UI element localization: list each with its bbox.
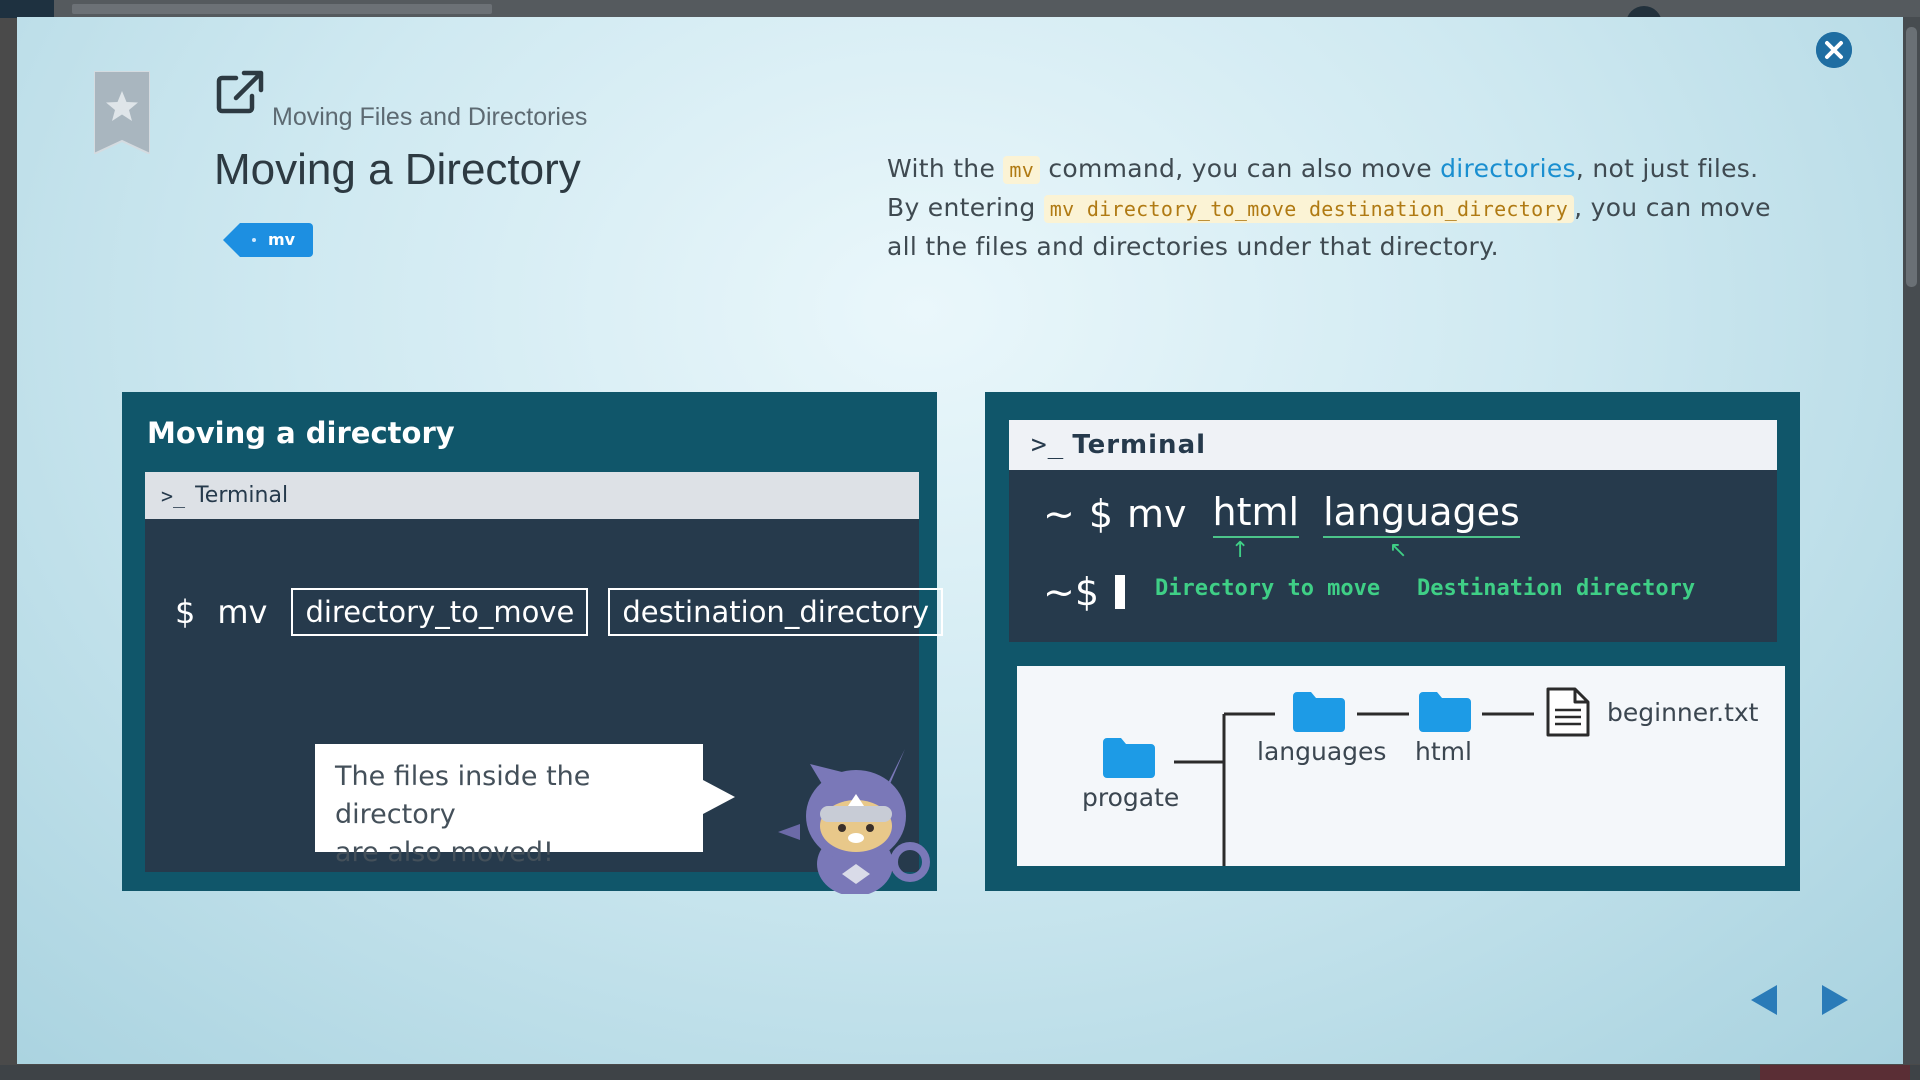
terminal-prompt-icon: >_	[161, 483, 186, 508]
folder-icon	[1419, 692, 1471, 732]
arg-destination-directory: destination_directory	[608, 588, 944, 636]
command-syntax: $ mv directory_to_move destination_direc…	[175, 588, 963, 636]
inline-code: mv	[1003, 156, 1041, 184]
description: With the mv command, you can also move d…	[887, 150, 1787, 266]
scrollbar[interactable]	[1903, 17, 1920, 1064]
bookmark-star-icon[interactable]	[94, 71, 150, 154]
bubble-line: are also moved!	[335, 837, 554, 868]
desc-text: , you can move	[1574, 193, 1771, 222]
terminal-line-1: ~ $ mv html languages	[1043, 490, 1532, 538]
desc-text: command, you can also move	[1040, 154, 1441, 183]
directory-tree: progate languages html beginner.txt	[1017, 666, 1785, 866]
terminal-label: Terminal	[195, 483, 289, 508]
background-bottom-bar	[0, 1065, 1920, 1080]
label-directory-to-move: Directory to move	[1155, 576, 1381, 601]
triangle-left-icon[interactable]	[1749, 983, 1779, 1017]
arg-directory-to-move: directory_to_move	[291, 588, 589, 636]
close-button[interactable]	[1816, 32, 1852, 68]
tilde: ~	[1043, 570, 1075, 614]
terminal-label: Terminal	[1072, 430, 1207, 460]
terminal-window: >_ Terminal ~ $ mv html languages ~ $ ↑ …	[1009, 420, 1777, 642]
triangle-right-icon[interactable]	[1820, 983, 1850, 1017]
terminal-header: >_ Terminal	[1009, 420, 1777, 470]
tree-file-label: beginner.txt	[1607, 698, 1759, 727]
arrow-up-icon: ↑	[1231, 538, 1250, 563]
command-tag[interactable]: mv	[222, 223, 314, 257]
dollar-sign: $	[1074, 570, 1100, 614]
dollar-sign: $	[1088, 492, 1114, 536]
directories-link[interactable]: directories	[1440, 154, 1576, 183]
desc-text: , not just files.	[1575, 154, 1759, 183]
tree-dir-html-label: html	[1415, 737, 1472, 766]
arg-html: html	[1212, 490, 1300, 538]
terminal-cursor	[1115, 575, 1126, 609]
folder-icon	[1103, 738, 1155, 778]
file-icon	[1546, 687, 1590, 737]
ninja-mascot-icon	[778, 749, 930, 894]
inline-code: mv directory_to_move destination_directo…	[1043, 195, 1575, 223]
command-name: mv	[1127, 492, 1187, 536]
command-name: mv	[217, 593, 268, 631]
desc-text: By entering	[887, 193, 1044, 222]
description-line-3: all the files and directories under that…	[887, 232, 1499, 261]
slide-right: >_ Terminal ~ $ mv html languages ~ $ ↑ …	[985, 392, 1800, 891]
terminal-header: >_ Terminal	[145, 472, 919, 519]
tilde: ~	[1043, 492, 1075, 536]
slide-left: Moving a directory >_ Terminal $ mv dire…	[122, 392, 944, 894]
background-top-bar	[0, 0, 1920, 42]
app-logo	[0, 0, 54, 18]
arrow-up-left-icon: ↖	[1389, 538, 1408, 563]
contact-us-button	[1760, 1065, 1910, 1080]
desc-text: With the	[887, 154, 1004, 183]
external-link-icon[interactable]	[216, 70, 264, 114]
dollar-sign: $	[175, 593, 196, 631]
arg-languages: languages	[1323, 490, 1520, 538]
terminal-line-2: ~ $	[1043, 570, 1126, 614]
label-destination-directory: Destination directory	[1417, 576, 1696, 601]
tree-dir-languages-label: languages	[1257, 737, 1387, 766]
breadcrumb: Moving Files and Directories	[272, 103, 588, 131]
description-line-2: By entering mv directory_to_move destina…	[887, 189, 1787, 228]
speech-bubble: The files inside the directory are also …	[315, 744, 735, 868]
slide-title: Moving a directory	[147, 416, 455, 450]
page-title: Moving a Directory	[214, 145, 581, 194]
background-progress-bar	[72, 4, 492, 14]
bubble-line: The files inside the directory	[335, 761, 591, 830]
close-icon	[1816, 32, 1852, 68]
description-line-1: With the mv command, you can also move d…	[887, 150, 1787, 189]
tree-root-label: progate	[1082, 783, 1180, 812]
scrollbar-thumb[interactable]	[1906, 27, 1917, 287]
folder-icon	[1293, 692, 1345, 732]
terminal-prompt-icon: >_	[1031, 430, 1065, 460]
